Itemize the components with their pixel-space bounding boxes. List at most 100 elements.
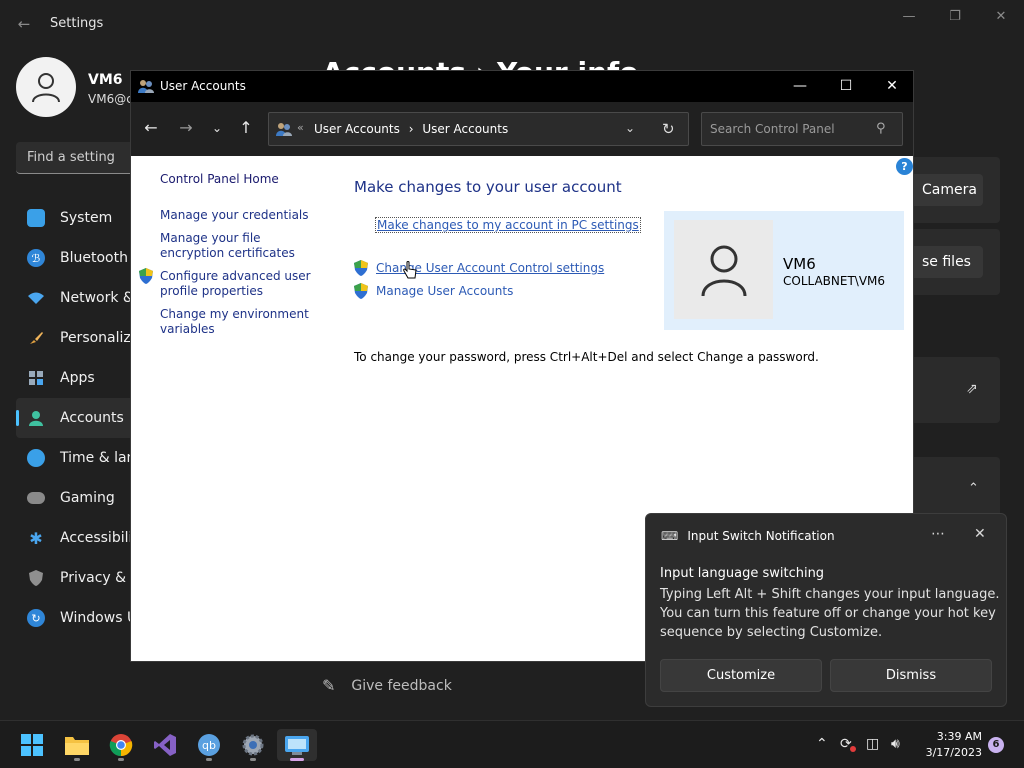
person-icon [27, 409, 45, 427]
user-accounts-icon [276, 121, 292, 141]
nav-label: System [60, 210, 113, 226]
find-setting-input[interactable]: Find a setting [16, 142, 136, 174]
user-accounts-icon [138, 78, 154, 98]
breadcrumb-item[interactable]: User Accounts [422, 122, 508, 136]
minimize-icon[interactable]: — [899, 8, 919, 26]
uac-shield-icon [353, 283, 369, 299]
back-arrow-icon[interactable]: ← [14, 14, 34, 34]
nav-time-language[interactable]: Time & language [16, 438, 136, 478]
clock-time: 3:39 AM [936, 730, 982, 743]
nav-label: Personalization [60, 330, 136, 346]
breadcrumb-item[interactable]: User Accounts [314, 122, 400, 136]
search-icon[interactable]: ⚲ [876, 113, 886, 145]
chevron-up-icon[interactable]: ⌃ [816, 736, 828, 752]
nav-label: Gaming [60, 490, 115, 506]
active-window-indicator [290, 758, 304, 761]
start-button[interactable] [12, 729, 52, 761]
refresh-icon[interactable]: ↻ [662, 120, 675, 138]
nav-gaming[interactable]: Gaming [16, 478, 136, 518]
give-feedback-label: Give feedback [351, 677, 452, 694]
uac-shield-icon [353, 260, 369, 276]
browse-button-label: se files [922, 254, 971, 270]
chevron-right-icon[interactable]: › [409, 122, 414, 136]
user-name: VM6 [88, 72, 123, 88]
visual-studio-button[interactable] [145, 729, 185, 761]
environment-variables-link[interactable]: Change my environment variables [160, 307, 320, 337]
control-panel-button[interactable] [277, 729, 317, 761]
manage-user-accounts-link[interactable]: Manage User Accounts [376, 284, 513, 298]
uac-shield-icon [138, 268, 154, 284]
visual-studio-icon [154, 734, 176, 756]
nav-label: Network & internet [60, 290, 136, 306]
help-icon[interactable]: ? [896, 158, 913, 175]
file-encryption-link[interactable]: Manage your file encryption certificates [160, 231, 320, 261]
settings-nav: System ℬ Bluetooth & devices Network & i… [16, 198, 136, 638]
pc-settings-link[interactable]: Make changes to my account in PC setting… [375, 217, 641, 233]
title-bar[interactable]: User Accounts — ☐ ✕ [131, 71, 913, 102]
nav-privacy[interactable]: Privacy & security [16, 558, 136, 598]
person-icon [32, 73, 60, 103]
account-name: VM6 [783, 255, 816, 273]
nav-accounts[interactable]: Accounts [16, 398, 136, 438]
maximize-button[interactable]: ☐ [823, 71, 869, 102]
file-explorer-button[interactable] [57, 729, 97, 761]
clock-date: 3/17/2023 [925, 746, 982, 759]
customize-button[interactable]: Customize [660, 659, 822, 692]
qbittorrent-button[interactable]: qb [189, 729, 229, 761]
open-external-icon: ⇗ [966, 381, 978, 397]
monitor-icon [27, 209, 45, 227]
nav-accessibility[interactable]: ✱ Accessibility [16, 518, 136, 558]
breadcrumb-overflow[interactable]: « [297, 121, 304, 134]
notification-badge[interactable]: 6 [988, 737, 1004, 753]
account-domain: COLLABNET\VM6 [783, 274, 886, 288]
give-feedback-link[interactable]: ✎ Give feedback [322, 676, 452, 695]
nav-network[interactable]: Network & internet [16, 278, 136, 318]
address-bar[interactable]: « User Accounts › User Accounts ⌄ ↻ [268, 112, 689, 146]
chevron-down-icon[interactable]: ⌄ [625, 121, 635, 135]
close-icon[interactable]: ✕ [991, 8, 1011, 26]
forward-arrow-icon[interactable]: → [174, 116, 198, 140]
search-input[interactable]: Search Control Panel ⚲ [701, 112, 903, 146]
up-arrow-icon[interactable]: ↑ [234, 116, 258, 140]
restore-icon[interactable]: ❐ [945, 8, 965, 26]
nav-windows-update[interactable]: ↻ Windows Update [16, 598, 136, 638]
back-arrow-icon[interactable]: ← [139, 116, 163, 140]
nav-system[interactable]: System [16, 198, 136, 238]
dismiss-button[interactable]: Dismiss [830, 659, 992, 692]
settings-button[interactable] [233, 729, 273, 761]
recent-locations-icon[interactable]: ⌄ [205, 116, 229, 140]
more-options-icon[interactable]: ⋯ [931, 526, 945, 542]
advanced-profile-link[interactable]: Configure advanced user profile properti… [160, 269, 320, 299]
clock[interactable]: 3:39 AM 3/17/2023 [918, 729, 982, 761]
account-picture [674, 220, 773, 319]
manage-credentials-link[interactable]: Manage your credentials [160, 208, 309, 223]
bluetooth-icon: ℬ [27, 249, 45, 267]
close-button[interactable]: ✕ [869, 71, 915, 102]
shield-icon [27, 569, 45, 587]
page-heading: Make changes to your user account [354, 178, 622, 196]
windows-logo-icon [21, 734, 43, 756]
running-indicator [250, 758, 256, 761]
accessibility-icon: ✱ [29, 528, 43, 548]
nav-bluetooth[interactable]: ℬ Bluetooth & devices [16, 238, 136, 278]
nav-apps[interactable]: Apps [16, 358, 136, 398]
gear-icon [242, 734, 264, 756]
nav-label: Accessibility [60, 530, 136, 546]
chrome-button[interactable] [101, 729, 141, 761]
nav-label: Windows Update [60, 610, 136, 626]
control-panel-icon [285, 736, 309, 755]
account-card: VM6 COLLABNET\VM6 [664, 211, 904, 330]
nav-label: Bluetooth & devices [60, 250, 136, 266]
close-icon[interactable]: ✕ [974, 526, 986, 542]
nav-personalization[interactable]: Personalization [16, 318, 136, 358]
link-card[interactable]: ⇗ [900, 357, 1000, 423]
apps-icon [27, 369, 45, 387]
minimize-button[interactable]: — [777, 71, 823, 102]
clock-icon [27, 449, 45, 467]
person-icon [701, 245, 746, 296]
network-icon[interactable]: ◫ [866, 736, 879, 752]
volume-icon[interactable]: 🔊︎ [891, 736, 900, 752]
feedback-icon: ✎ [322, 676, 336, 695]
control-panel-home-link[interactable]: Control Panel Home [160, 172, 279, 187]
window-title: User Accounts [160, 79, 246, 93]
